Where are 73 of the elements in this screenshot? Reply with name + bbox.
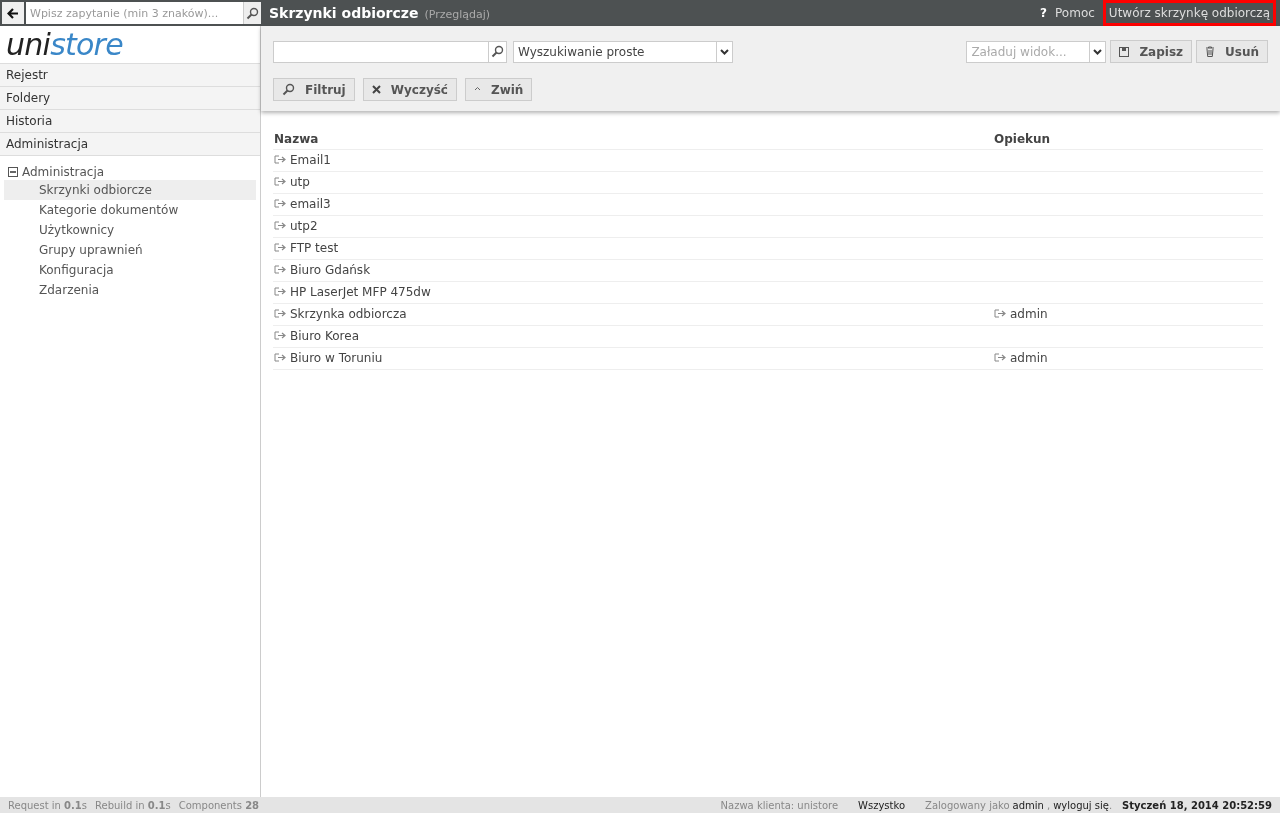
mailbox-link[interactable]: HP LaserJet MFP 475dw: [274, 282, 431, 301]
scope-link[interactable]: Wszystko: [858, 797, 906, 813]
tree-node[interactable]: Administracja: [4, 164, 256, 180]
save-button[interactable]: Zapisz: [1110, 40, 1192, 63]
datetime: Styczeń 18, 2014 20:52:59: [1122, 798, 1272, 813]
arrow-icon: [274, 177, 287, 187]
arrow-icon: [274, 353, 287, 363]
back-arrow-icon: [7, 7, 19, 19]
back-button[interactable]: [2, 2, 24, 24]
nav-item[interactable]: Administracja: [0, 132, 260, 155]
arrow-icon: [994, 353, 1007, 363]
status-stat: Request in 0.1s: [8, 798, 88, 813]
mailbox-link[interactable]: utp: [274, 172, 310, 191]
clear-button[interactable]: Wyczyść: [362, 78, 457, 101]
arrow-icon: [274, 155, 287, 165]
page-title: Skrzynki odbiorcze: [269, 3, 419, 23]
logout-link[interactable]: wyloguj się: [1053, 797, 1109, 813]
chevron-up-icon: [473, 86, 481, 93]
mailbox-link[interactable]: Biuro Korea: [274, 326, 360, 345]
mailbox-link[interactable]: utp2: [274, 216, 318, 235]
caret-icon: [1093, 48, 1103, 55]
logo: unistore: [5, 26, 124, 63]
nav-item[interactable]: Historia: [0, 109, 260, 132]
arrow-icon: [274, 243, 287, 253]
page-subtitle: (Przeglądaj): [424, 6, 491, 23]
search-field[interactable]: Wpisz zapytanie (min 3 znaków)...: [26, 2, 261, 24]
arrow-icon: [274, 199, 287, 209]
column-header: Opiekun: [993, 129, 1263, 149]
tree-item[interactable]: Grupy uprawnień: [4, 240, 256, 260]
search-icon: [282, 83, 295, 96]
query-field[interactable]: [273, 40, 507, 63]
owner-link[interactable]: admin: [994, 348, 1048, 367]
filter-button[interactable]: Filtruj: [273, 78, 355, 101]
status-stat: Components 28: [178, 798, 260, 813]
arrow-icon: [274, 309, 287, 319]
tree-item[interactable]: Użytkownicy: [4, 220, 256, 240]
mailbox-link[interactable]: Biuro Gdańsk: [274, 260, 371, 279]
arrow-icon: [274, 221, 287, 231]
tree-item[interactable]: Skrzynki odbiorcze: [4, 180, 256, 200]
tree-item[interactable]: Kategorie dokumentów: [4, 200, 256, 220]
mailbox-link[interactable]: Email1: [274, 150, 331, 169]
search-icon: [491, 45, 504, 58]
search-icon: [246, 6, 259, 20]
create-link[interactable]: Utwórz skrzynkę odbiorczą: [1102, 0, 1276, 26]
help-link[interactable]: ? Pomoc: [1040, 4, 1095, 22]
search-mode-dropdown[interactable]: Wyszukiwanie proste: [513, 40, 733, 63]
collapse-button[interactable]: Zwiń: [464, 78, 533, 101]
nav-item[interactable]: Rejestr: [0, 63, 260, 86]
trash-icon: [1205, 46, 1215, 57]
view-dropdown[interactable]: Załaduj widok...: [966, 40, 1107, 63]
close-icon: [371, 85, 381, 94]
floppy-icon: [1119, 46, 1130, 57]
tree-item[interactable]: Konfiguracja: [4, 260, 256, 280]
mailbox-link[interactable]: Biuro w Toruniu: [274, 348, 383, 367]
mailbox-link[interactable]: FTP test: [274, 238, 339, 257]
mailbox-link[interactable]: email3: [274, 194, 331, 213]
separator-text: ,: [1046, 798, 1051, 813]
period-text: .: [1108, 798, 1113, 813]
column-header: Nazwa: [273, 129, 993, 149]
caret-icon: [720, 48, 729, 55]
owner-link[interactable]: admin: [994, 304, 1048, 323]
client-name: Nazwa klienta: unistore: [720, 798, 839, 813]
arrow-icon: [274, 265, 287, 275]
arrow-icon: [274, 287, 287, 297]
user-link[interactable]: admin: [1012, 797, 1044, 813]
mailbox-link[interactable]: Skrzynka odbiorcza: [274, 304, 407, 323]
arrow-icon: [274, 331, 287, 341]
delete-button[interactable]: Usuń: [1196, 40, 1268, 63]
nav-item[interactable]: Foldery: [0, 86, 260, 109]
arrow-icon: [994, 309, 1007, 319]
tree-item[interactable]: Zdarzenia: [4, 280, 256, 300]
status-stat: Rebuild in 0.1s: [95, 798, 171, 813]
login-label: Zalogowany jako: [925, 798, 1010, 813]
